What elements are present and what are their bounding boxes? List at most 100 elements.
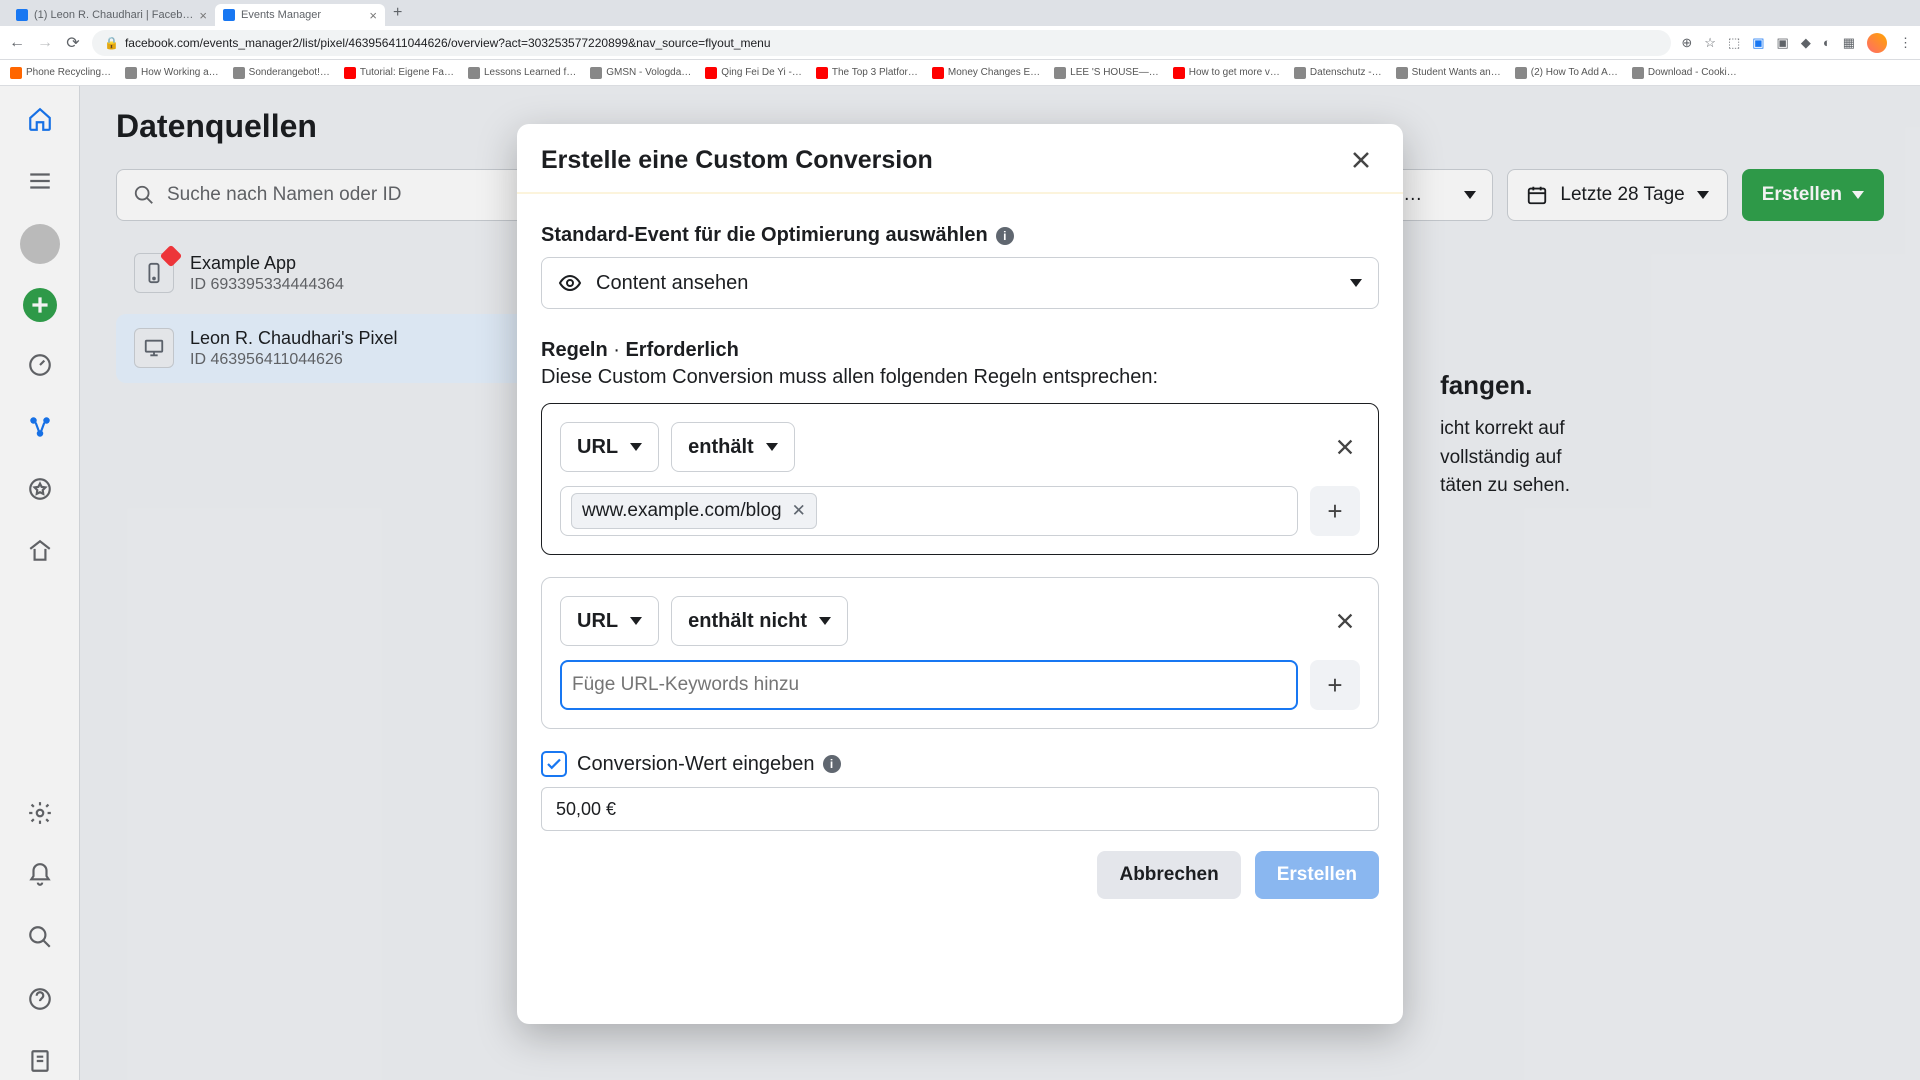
gauge-icon[interactable]	[21, 346, 59, 384]
menu-icon[interactable]: ⋮	[1899, 35, 1912, 51]
remove-rule-button[interactable]	[1330, 606, 1360, 636]
bookmark[interactable]: Qing Fei De Yi -…	[705, 67, 802, 79]
bookmark[interactable]: Datenschutz -…	[1294, 67, 1382, 79]
extension-icon[interactable]: ▦	[1843, 35, 1855, 51]
new-tab-button[interactable]: +	[385, 4, 410, 22]
section-label: Standard-Event für die Optimierung auswä…	[541, 224, 1379, 247]
background-panel-text: fangen. icht korrekt auf vollständig auf…	[1440, 366, 1570, 501]
extension-icon[interactable]: ◆	[1801, 35, 1811, 51]
tab-title: (1) Leon R. Chaudhari | Faceb…	[34, 9, 193, 21]
data-source-item[interactable]: Leon R. Chaudhari's Pixel ID 46395641104…	[116, 314, 536, 383]
search-placeholder: Suche nach Namen oder ID	[167, 184, 401, 206]
data-source-id: ID 463956411044626	[190, 351, 398, 369]
chevron-down-icon	[630, 443, 642, 451]
rule-type-select[interactable]: URL	[560, 596, 659, 646]
menu-icon[interactable]	[21, 162, 59, 200]
search-icon[interactable]	[21, 918, 59, 956]
url-input[interactable]: 🔒 facebook.com/events_manager2/list/pixe…	[92, 30, 1671, 56]
rule-operator-select[interactable]: enthält nicht	[671, 596, 848, 646]
report-icon[interactable]	[21, 1042, 59, 1080]
bookmark[interactable]: Download - Cooki…	[1632, 67, 1737, 79]
chevron-down-icon	[819, 617, 831, 625]
data-source-item[interactable]: Example App ID 693395334444364	[116, 239, 536, 308]
select-value: Content ansehen	[596, 272, 748, 295]
bookmark[interactable]: Lessons Learned f…	[468, 67, 576, 79]
rule-operator-select[interactable]: enthält	[671, 422, 795, 472]
conversion-value-checkbox[interactable]	[541, 751, 567, 777]
back-button[interactable]: ←	[8, 34, 26, 52]
info-icon[interactable]: i	[823, 755, 841, 773]
chevron-down-icon	[630, 617, 642, 625]
app-icon	[134, 253, 174, 293]
add-keyword-button[interactable]: +	[1310, 660, 1360, 710]
help-icon[interactable]	[21, 980, 59, 1018]
extension-icon[interactable]: ◐	[1823, 35, 1831, 50]
create-icon[interactable]	[23, 288, 57, 322]
settings-icon[interactable]	[21, 794, 59, 832]
bookmark[interactable]: LEE 'S HOUSE—…	[1054, 67, 1159, 79]
chevron-down-icon	[1350, 279, 1362, 287]
browser-tab[interactable]: (1) Leon R. Chaudhari | Faceb… ×	[8, 4, 215, 26]
custom-conversion-modal: Erstelle eine Custom Conversion Standard…	[517, 124, 1403, 1024]
date-range-selector[interactable]: Letzte 28 Tage	[1507, 169, 1727, 221]
star-icon[interactable]	[21, 470, 59, 508]
bookmark[interactable]: Phone Recycling…	[10, 67, 111, 79]
search-input[interactable]: Suche nach Namen oder ID	[116, 169, 536, 221]
conversion-value-label: Conversion-Wert eingeben i	[577, 753, 841, 776]
remove-tag-icon[interactable]: ✕	[792, 501, 806, 521]
info-icon[interactable]: i	[996, 227, 1014, 245]
keyword-text-field[interactable]	[572, 674, 1286, 696]
url-keyword-input[interactable]	[560, 660, 1298, 710]
rule-type-select[interactable]: URL	[560, 422, 659, 472]
tag-icon[interactable]	[21, 532, 59, 570]
zoom-icon[interactable]: ⊕	[1681, 35, 1692, 51]
close-icon	[1334, 610, 1356, 632]
bookmark[interactable]: GMSN - Vologda…	[590, 67, 691, 79]
submit-button[interactable]: Erstellen	[1255, 851, 1379, 899]
keyword-tag: www.example.com/blog ✕	[571, 493, 817, 529]
bookmark[interactable]: The Top 3 Platfor…	[816, 67, 918, 79]
bookmark[interactable]: Tutorial: Eigene Fa…	[344, 67, 454, 79]
browser-tab-strip: (1) Leon R. Chaudhari | Faceb… × Events …	[0, 0, 1920, 26]
events-icon[interactable]	[21, 408, 59, 446]
bookmarks-bar: Phone Recycling… How Working a… Sonderan…	[0, 60, 1920, 86]
url-keyword-input[interactable]: www.example.com/blog ✕	[560, 486, 1298, 536]
bookmark[interactable]: How to get more v…	[1173, 67, 1280, 79]
left-navigation-rail	[0, 86, 80, 1080]
modal-title: Erstelle eine Custom Conversion	[541, 146, 933, 175]
close-icon[interactable]: ×	[199, 8, 207, 23]
bell-icon[interactable]	[21, 856, 59, 894]
create-button[interactable]: Erstellen	[1742, 169, 1884, 221]
bookmark[interactable]: How Working a…	[125, 67, 219, 79]
date-range-label: Letzte 28 Tage	[1560, 184, 1684, 206]
rule-card: URL enthält nicht +	[541, 577, 1379, 729]
add-keyword-button[interactable]: +	[1310, 486, 1360, 536]
home-icon[interactable]	[21, 100, 59, 138]
conversion-value-input[interactable]	[541, 787, 1379, 831]
remove-rule-button[interactable]	[1330, 432, 1360, 462]
facebook-icon	[16, 9, 28, 21]
user-avatar[interactable]	[20, 224, 60, 264]
data-source-name: Example App	[190, 253, 344, 274]
rules-heading: Regeln · Erforderlich	[541, 339, 1379, 362]
chevron-down-icon	[1464, 191, 1476, 199]
bookmark[interactable]: Sonderangebot!…	[233, 67, 330, 79]
translate-icon[interactable]: ⬚	[1728, 35, 1740, 51]
close-button[interactable]	[1343, 142, 1379, 178]
browser-tab-active[interactable]: Events Manager ×	[215, 4, 385, 26]
bookmark[interactable]: Money Changes E…	[932, 67, 1040, 79]
close-icon	[1349, 148, 1373, 172]
extension-icon[interactable]: ▣	[1752, 35, 1764, 51]
bookmark[interactable]: Student Wants an…	[1396, 67, 1501, 79]
standard-event-select[interactable]: Content ansehen	[541, 257, 1379, 309]
forward-button[interactable]: →	[36, 34, 54, 52]
url-text: facebook.com/events_manager2/list/pixel/…	[125, 36, 771, 50]
reload-button[interactable]: ⟳	[64, 34, 82, 52]
profile-avatar[interactable]	[1867, 33, 1887, 53]
close-icon[interactable]: ×	[369, 8, 377, 23]
cancel-button[interactable]: Abbrechen	[1097, 851, 1240, 899]
extension-icon[interactable]: ▣	[1777, 35, 1789, 51]
chevron-down-icon	[766, 443, 778, 451]
bookmark[interactable]: (2) How To Add A…	[1515, 67, 1618, 79]
star-icon[interactable]: ☆	[1704, 35, 1716, 51]
